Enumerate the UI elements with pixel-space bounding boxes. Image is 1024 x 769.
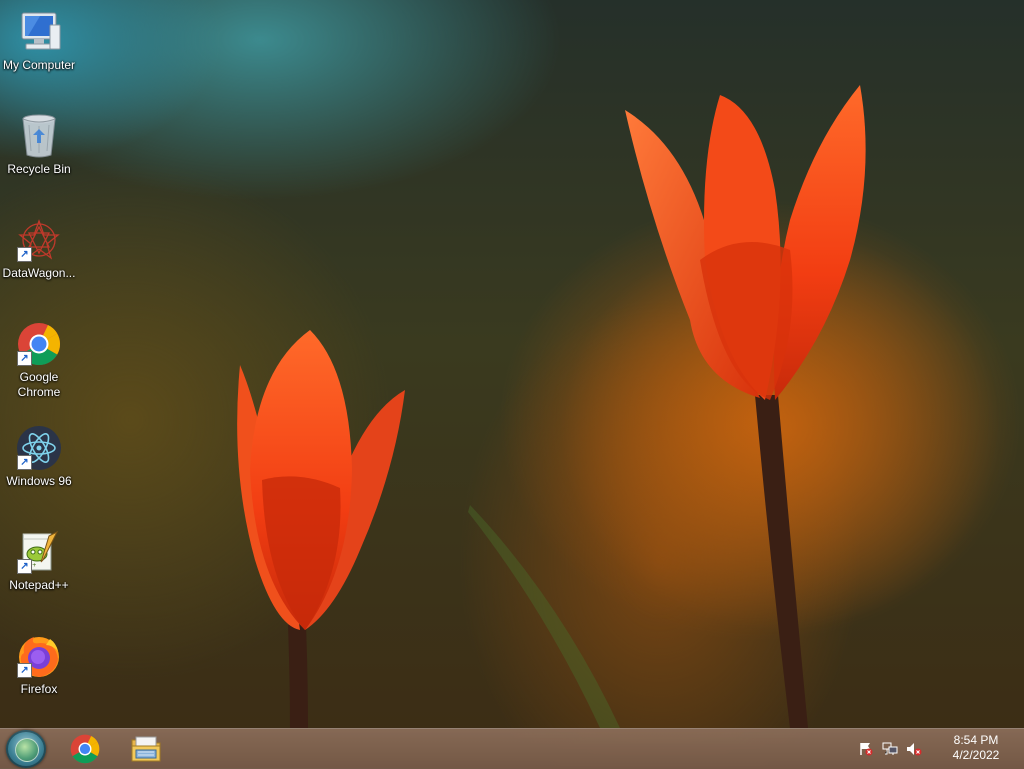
start-button[interactable] bbox=[6, 730, 46, 768]
desktop-icon-label: Google Chrome bbox=[17, 370, 61, 399]
desktop-icon-my-computer[interactable]: My Computer bbox=[0, 8, 78, 73]
desktop-icon-google-chrome[interactable]: ↗ Google Chrome bbox=[0, 320, 78, 400]
firefox-icon: ↗ bbox=[15, 632, 63, 680]
datawagon-icon: ↗ bbox=[15, 216, 63, 264]
chrome-icon bbox=[70, 734, 100, 764]
start-orb-icon bbox=[15, 738, 39, 762]
chrome-icon: ↗ bbox=[15, 320, 63, 368]
desktop-icon-recycle-bin[interactable]: Recycle Bin bbox=[0, 112, 78, 177]
desktop[interactable]: My Computer Recycle Bin ↗ DataWagon... ↗… bbox=[0, 0, 1024, 728]
desktop-icon-label: Firefox bbox=[20, 682, 58, 696]
desktop-icon-firefox[interactable]: ↗ Firefox bbox=[0, 632, 78, 697]
clock-date: 4/2/2022 bbox=[952, 748, 1000, 762]
network-icon[interactable] bbox=[882, 741, 898, 757]
shortcut-arrow-icon: ↗ bbox=[17, 559, 32, 574]
shortcut-arrow-icon: ↗ bbox=[17, 455, 32, 470]
clock-time: 8:54 PM bbox=[953, 733, 999, 747]
file-explorer-icon bbox=[131, 736, 161, 762]
volume-muted-icon[interactable] bbox=[906, 741, 922, 757]
taskbar-file-explorer[interactable] bbox=[130, 733, 162, 765]
shortcut-arrow-icon: ↗ bbox=[17, 663, 32, 678]
wallpaper-tulips bbox=[237, 85, 1000, 728]
desktop-icon-label: Notepad++ bbox=[9, 578, 69, 592]
windows96-icon: ↗ bbox=[15, 424, 63, 472]
desktop-icon-datawagon[interactable]: ↗ DataWagon... bbox=[0, 216, 78, 281]
taskbar-clock[interactable]: 8:54 PM 4/2/2022 bbox=[948, 733, 1004, 763]
shortcut-arrow-icon: ↗ bbox=[17, 351, 32, 366]
desktop-icon-label: My Computer bbox=[2, 58, 76, 72]
action-center-flag-icon[interactable] bbox=[858, 741, 874, 757]
desktop-icon-windows-96[interactable]: ↗ Windows 96 bbox=[0, 424, 78, 489]
recycle-bin-icon bbox=[15, 112, 63, 160]
desktop-icon-notepadpp[interactable]: ++ ↗ Notepad++ bbox=[0, 528, 78, 593]
desktop-icon-label: DataWagon... bbox=[2, 266, 76, 280]
system-tray: 8:54 PM 4/2/2022 bbox=[854, 729, 1024, 769]
taskbar: 8:54 PM 4/2/2022 bbox=[0, 728, 1024, 769]
computer-icon bbox=[15, 8, 63, 56]
desktop-icon-label: Recycle Bin bbox=[7, 162, 71, 176]
desktop-icon-label: Windows 96 bbox=[6, 474, 72, 488]
shortcut-arrow-icon: ↗ bbox=[17, 247, 32, 262]
taskbar-chrome[interactable] bbox=[69, 733, 101, 765]
notepadpp-icon: ++ ↗ bbox=[15, 528, 63, 576]
